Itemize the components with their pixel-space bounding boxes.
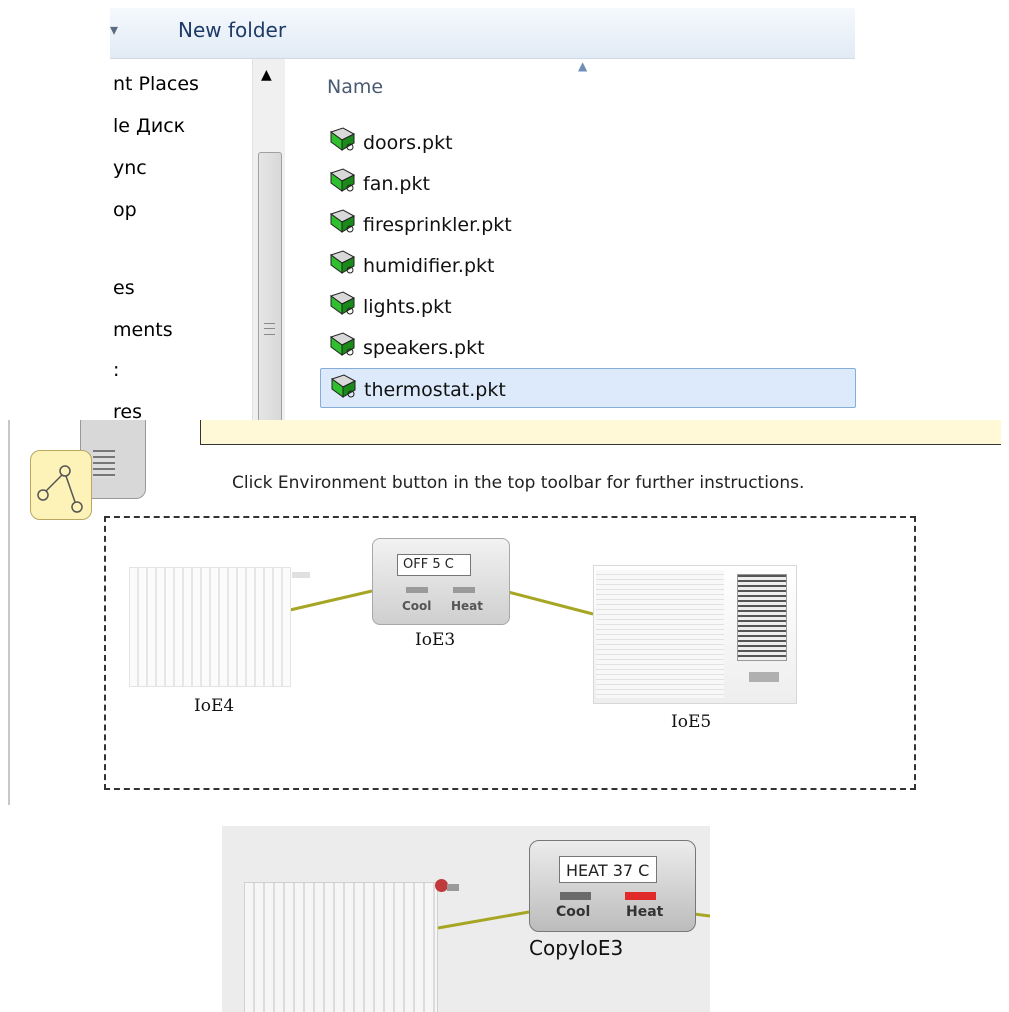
scroll-up-arrow-icon[interactable]: ▲: [261, 67, 272, 83]
packet-tracer-file-icon: [329, 250, 356, 274]
nav-item-desktop[interactable]: op: [113, 199, 137, 221]
file-row[interactable]: lights.pkt: [320, 286, 856, 326]
radiator-device[interactable]: [129, 567, 291, 687]
file-row[interactable]: humidifier.pkt: [320, 245, 856, 285]
nav-item-libraries[interactable]: es: [113, 277, 135, 299]
file-explorer-window: ▾ New folder nt Places le Диск ync op es…: [0, 0, 1009, 422]
nav-item-music[interactable]: :: [113, 359, 119, 381]
nav-item-google-drive[interactable]: le Диск: [113, 115, 185, 137]
cool-led-icon: [406, 587, 428, 593]
nav-scrollbar[interactable]: ▲: [252, 59, 285, 422]
heat-label: Heat: [451, 599, 484, 613]
file-row[interactable]: speakers.pkt: [320, 327, 856, 367]
link-ioe4-ioe3: [289, 589, 373, 612]
packet-tracer-file-icon: [329, 168, 356, 192]
ac-control-panel: [749, 672, 779, 682]
grip-icon: [264, 323, 275, 335]
packet-tracer-file-icon: [329, 291, 356, 315]
cool-led-icon: [560, 892, 591, 900]
dropdown-arrow-icon[interactable]: ▾: [110, 20, 118, 39]
ac-grill-icon: [737, 574, 787, 661]
cool-label: Cool: [556, 904, 591, 920]
device-label-copyioe3[interactable]: CopyIoE3: [529, 936, 623, 960]
file-row[interactable]: firesprinkler.pkt: [320, 204, 856, 244]
packet-tracer-workspace: Click Environment button in the top tool…: [0, 420, 1009, 810]
thermostat-display: OFF 5 C: [397, 554, 471, 576]
device-label-ioe3[interactable]: IoE3: [415, 630, 455, 650]
file-name: lights.pkt: [363, 296, 452, 318]
air-conditioner-device[interactable]: [593, 565, 797, 704]
new-folder-button[interactable]: New folder: [178, 18, 286, 42]
navigation-pane: nt Places le Диск ync op es ments : res: [110, 59, 250, 420]
radiator-indicator-icon: [292, 572, 310, 578]
file-row[interactable]: fan.pkt: [320, 163, 856, 203]
nav-item-recent-places[interactable]: nt Places: [113, 73, 199, 95]
file-name: firesprinkler.pkt: [363, 214, 512, 236]
packet-tracer-file-icon: [329, 127, 356, 151]
nav-item-sync[interactable]: ync: [113, 157, 147, 179]
ac-vent-slats: [596, 570, 724, 698]
column-header-name[interactable]: Name: [327, 76, 383, 98]
file-row[interactable]: thermostat.pkt: [320, 368, 856, 408]
file-name: thermostat.pkt: [364, 379, 506, 401]
device-label-ioe5[interactable]: IoE5: [671, 712, 711, 732]
packet-tracer-file-icon: [329, 209, 356, 233]
nav-item-pictures[interactable]: res: [113, 401, 142, 420]
heat-led-icon: [453, 587, 475, 593]
sort-ascending-icon: ▲: [578, 59, 588, 73]
file-name: speakers.pkt: [363, 337, 485, 359]
link-radiator-copyioe3: [437, 910, 530, 930]
packet-tracer-file-icon: [329, 332, 356, 356]
link-copyioe3-right: [693, 912, 710, 918]
file-name: doors.pkt: [363, 132, 453, 154]
heat-label: Heat: [626, 904, 664, 920]
cool-label: Cool: [402, 599, 432, 613]
packet-tracer-file-icon: [330, 374, 357, 398]
link-ioe3-ioe5: [507, 590, 594, 616]
scrollbar-thumb[interactable]: [258, 152, 282, 422]
device-label-ioe4[interactable]: IoE4: [194, 696, 234, 716]
file-name: fan.pkt: [363, 173, 430, 195]
file-row[interactable]: doors.pkt: [320, 122, 856, 162]
thermostat-device-copy[interactable]: HEAT 37 C Cool Heat: [529, 840, 696, 932]
nav-item-documents[interactable]: ments: [113, 319, 173, 341]
thermostat-display-copy: HEAT 37 C: [559, 856, 657, 883]
thermostat-device[interactable]: OFF 5 C Cool Heat: [372, 538, 510, 625]
file-name: humidifier.pkt: [363, 255, 495, 277]
heat-led-icon: [625, 892, 656, 900]
zoomed-view: HEAT 37 C Cool Heat CopyIoE3: [222, 826, 710, 1012]
